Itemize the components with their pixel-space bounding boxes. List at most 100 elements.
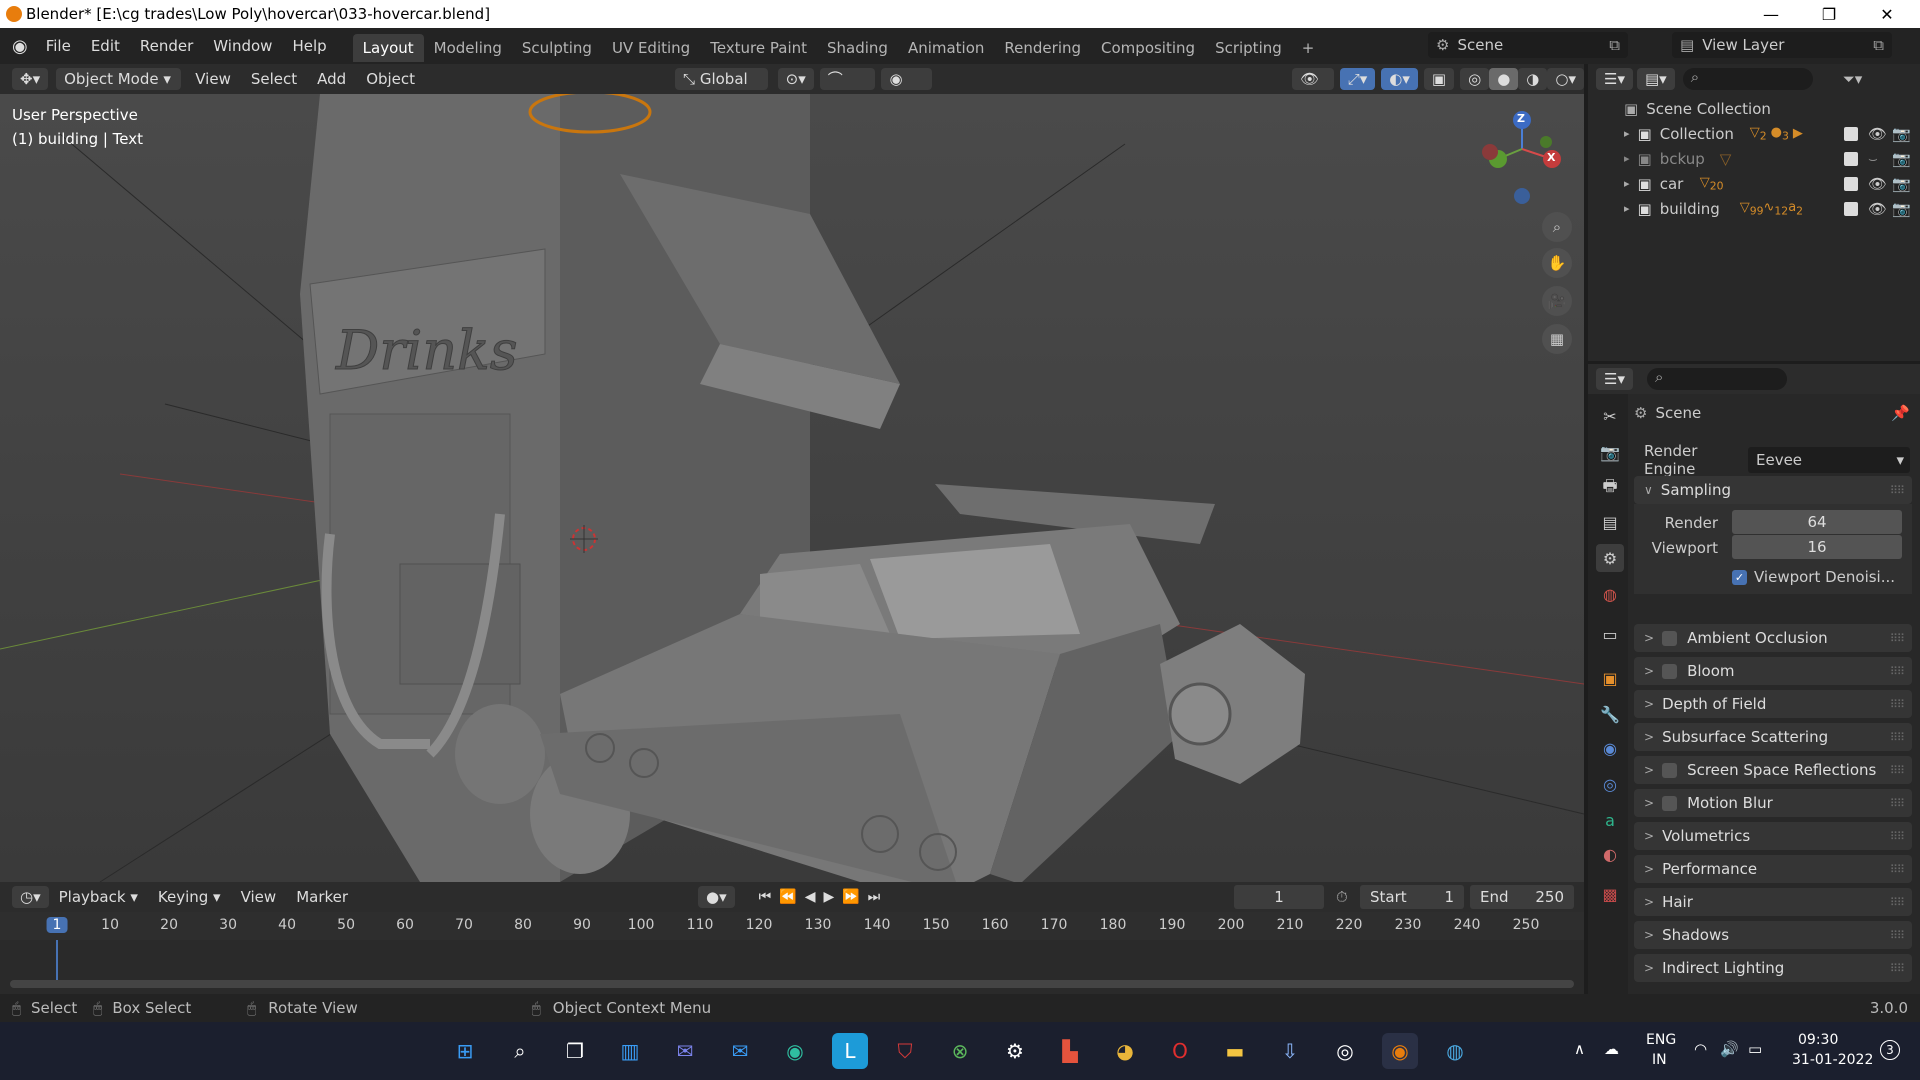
drag-grip-icon[interactable]: ⠿⠿ <box>1890 863 1905 876</box>
material-shading-icon[interactable]: ◑ <box>1518 68 1548 90</box>
tab-layout[interactable]: Layout <box>352 34 424 62</box>
battery-icon[interactable]: ▭ <box>1748 1040 1762 1058</box>
tab-scripting[interactable]: Scripting <box>1205 34 1292 62</box>
language-ind-2[interactable]: IN <box>1652 1052 1667 1068</box>
menu-help[interactable]: Help <box>282 28 336 64</box>
drag-grip-icon[interactable]: ⠿⠿ <box>1890 929 1905 942</box>
settings-icon[interactable]: ⚙ <box>997 1033 1033 1069</box>
menu-object[interactable]: Object <box>356 70 425 88</box>
eye-icon[interactable]: 👁 <box>1868 200 1887 218</box>
view-layer-selector[interactable]: ▤ View Layer ⧉ <box>1672 32 1892 58</box>
maximize-button[interactable]: ❐ <box>1800 0 1858 28</box>
view-layer-tab-icon[interactable]: ▤ <box>1596 508 1624 536</box>
menu-timeline-view[interactable]: View <box>231 888 287 906</box>
tab-rendering[interactable]: Rendering <box>994 34 1091 62</box>
end-frame-field[interactable]: End 250 <box>1470 885 1574 909</box>
ortho-grid-icon[interactable]: ▦ <box>1542 324 1572 354</box>
clock-date[interactable]: 31-01-2022 <box>1792 1052 1873 1068</box>
cloud-icon[interactable]: ☁ <box>1604 1040 1619 1058</box>
clock-time[interactable]: 09:30 <box>1798 1032 1838 1048</box>
visibility-icon[interactable]: 👁▾ <box>1292 68 1334 110</box>
editor-type-icon[interactable]: ✥▾ <box>12 68 49 90</box>
texture-tab-icon[interactable]: ▩ <box>1596 880 1624 908</box>
panel-motion-blur[interactable]: > Motion Blur ⠿⠿ <box>1634 789 1912 817</box>
mcafee-icon[interactable]: ⛉ <box>887 1033 923 1069</box>
app-download-icon[interactable]: ⇩ <box>1272 1033 1308 1069</box>
drag-grip-icon[interactable]: ⠿⠿ <box>1890 731 1905 744</box>
drag-grip-icon[interactable]: ⠿⠿ <box>1890 632 1905 645</box>
minimize-button[interactable]: — <box>1742 0 1800 28</box>
panel-ambient-occlusion[interactable]: > Ambient Occlusion ⠿⠿ <box>1634 624 1912 652</box>
drag-grip-icon[interactable]: ⠿⠿ <box>1890 962 1905 975</box>
close-button[interactable]: ✕ <box>1858 0 1916 28</box>
widgets-icon[interactable]: ▥ <box>612 1033 648 1069</box>
enable-checkbox[interactable] <box>1662 762 1678 778</box>
tool-tab-icon[interactable]: ✂ <box>1596 402 1624 430</box>
panel-volumetrics[interactable]: > Volumetrics ⠿⠿ <box>1634 822 1912 850</box>
rendered-shading-icon[interactable]: ○▾ <box>1547 68 1584 90</box>
world-tab-icon[interactable]: ◍ <box>1596 580 1624 608</box>
render-camera-icon[interactable]: 📷 <box>1892 150 1911 168</box>
app-l-icon[interactable]: L <box>832 1033 868 1069</box>
blender-taskbar-icon[interactable]: ◉ <box>1382 1033 1418 1069</box>
office-icon[interactable]: ▙ <box>1052 1033 1088 1069</box>
pin-icon[interactable]: 📌 <box>1891 404 1910 422</box>
browser-app-icon[interactable]: ◍ <box>1437 1033 1473 1069</box>
enable-checkbox[interactable] <box>1662 663 1678 679</box>
tab-sculpting[interactable]: Sculpting <box>512 34 602 62</box>
current-frame-field[interactable]: 1 <box>1234 885 1324 909</box>
zoom-icon[interactable]: ⌕ <box>1542 212 1572 242</box>
chevron-up-icon[interactable]: ∧ <box>1574 1040 1585 1058</box>
menu-window[interactable]: Window <box>203 28 282 64</box>
panel-bloom[interactable]: > Bloom ⠿⠿ <box>1634 657 1912 685</box>
drag-grip-icon[interactable]: ⠿⠿ <box>1890 484 1905 497</box>
blender-menu-icon[interactable]: ◉ <box>12 36 28 57</box>
drag-grip-icon[interactable]: ⠿⠿ <box>1890 896 1905 909</box>
menu-render[interactable]: Render <box>130 28 203 64</box>
opera-icon[interactable]: O <box>1162 1033 1198 1069</box>
exclude-checkbox[interactable] <box>1844 201 1858 216</box>
enable-checkbox[interactable] <box>1662 630 1678 646</box>
particles-tab-icon[interactable]: ◉ <box>1596 734 1624 762</box>
pivot-icon[interactable]: ⊙▾ <box>777 68 814 90</box>
timeline-editor-icon[interactable]: ◷▾ <box>12 886 49 908</box>
timeline-scrollbar[interactable] <box>10 980 1574 988</box>
modifier-tab-icon[interactable]: 🔧 <box>1596 700 1624 728</box>
menu-keying[interactable]: Keying ▾ <box>148 888 231 906</box>
object-tab-icon[interactable]: ▣ <box>1596 664 1624 692</box>
outliner-item-collection[interactable]: ▸ ▣ Collection ▽2 ●3 ▶ 👁 📷 <box>1588 121 1920 146</box>
chrome-icon[interactable]: ◕ <box>1107 1033 1143 1069</box>
display-mode-icon[interactable]: ▤▾ <box>1636 68 1675 90</box>
scene-selector[interactable]: ⚙ Scene ⧉ <box>1428 32 1628 58</box>
viewport-samples-field[interactable]: 16 <box>1732 535 1902 559</box>
navigation-gizmo[interactable] <box>1470 104 1580 204</box>
scene-tab-icon[interactable]: ⚙ <box>1596 544 1624 572</box>
drag-grip-icon[interactable]: ⠿⠿ <box>1890 698 1905 711</box>
render-samples-field[interactable]: 64 <box>1732 510 1902 534</box>
outliner-search-input[interactable]: ⌕ <box>1682 68 1813 90</box>
mode-dropdown[interactable]: Object Mode ▾ <box>56 68 182 90</box>
panel-performance[interactable]: > Performance ⠿⠿ <box>1634 855 1912 883</box>
render-engine-dropdown[interactable]: Eevee ▾ <box>1748 447 1910 473</box>
properties-search-input[interactable]: ⌕ <box>1646 368 1787 390</box>
menu-add[interactable]: Add <box>307 70 356 88</box>
xray-toggle-icon[interactable]: ▣ <box>1423 68 1455 90</box>
edge-browser-icon[interactable]: ◉ <box>777 1033 813 1069</box>
outliner-item-bckup[interactable]: ▸ ▣ bckup ▽ ⌣ 📷 <box>1588 146 1920 171</box>
windows-start-icon[interactable]: ⊞ <box>447 1033 483 1069</box>
tab-shading[interactable]: Shading <box>817 34 898 62</box>
exclude-checkbox[interactable] <box>1844 126 1858 141</box>
expand-arrow-icon[interactable]: ▸ <box>1624 127 1630 140</box>
tab-texture-paint[interactable]: Texture Paint <box>700 34 817 62</box>
eye-closed-icon[interactable]: ⌣ <box>1868 150 1878 168</box>
drag-grip-icon[interactable]: ⠿⠿ <box>1890 797 1905 810</box>
output-tab-icon[interactable]: 🖶 <box>1596 474 1624 502</box>
teams-chat-icon[interactable]: ✉ <box>667 1033 703 1069</box>
task-view-icon[interactable]: ❐ <box>557 1033 593 1069</box>
outliner-editor-icon[interactable]: ☰▾ <box>1596 68 1633 90</box>
language-ind-1[interactable]: ENG <box>1646 1032 1676 1048</box>
expand-arrow-icon[interactable]: ▸ <box>1624 152 1630 165</box>
menu-marker[interactable]: Marker <box>286 888 358 906</box>
panel-depth-of-field[interactable]: > Depth of Field ⠿⠿ <box>1634 690 1912 718</box>
wifi-icon[interactable]: ◠ <box>1694 1040 1707 1058</box>
